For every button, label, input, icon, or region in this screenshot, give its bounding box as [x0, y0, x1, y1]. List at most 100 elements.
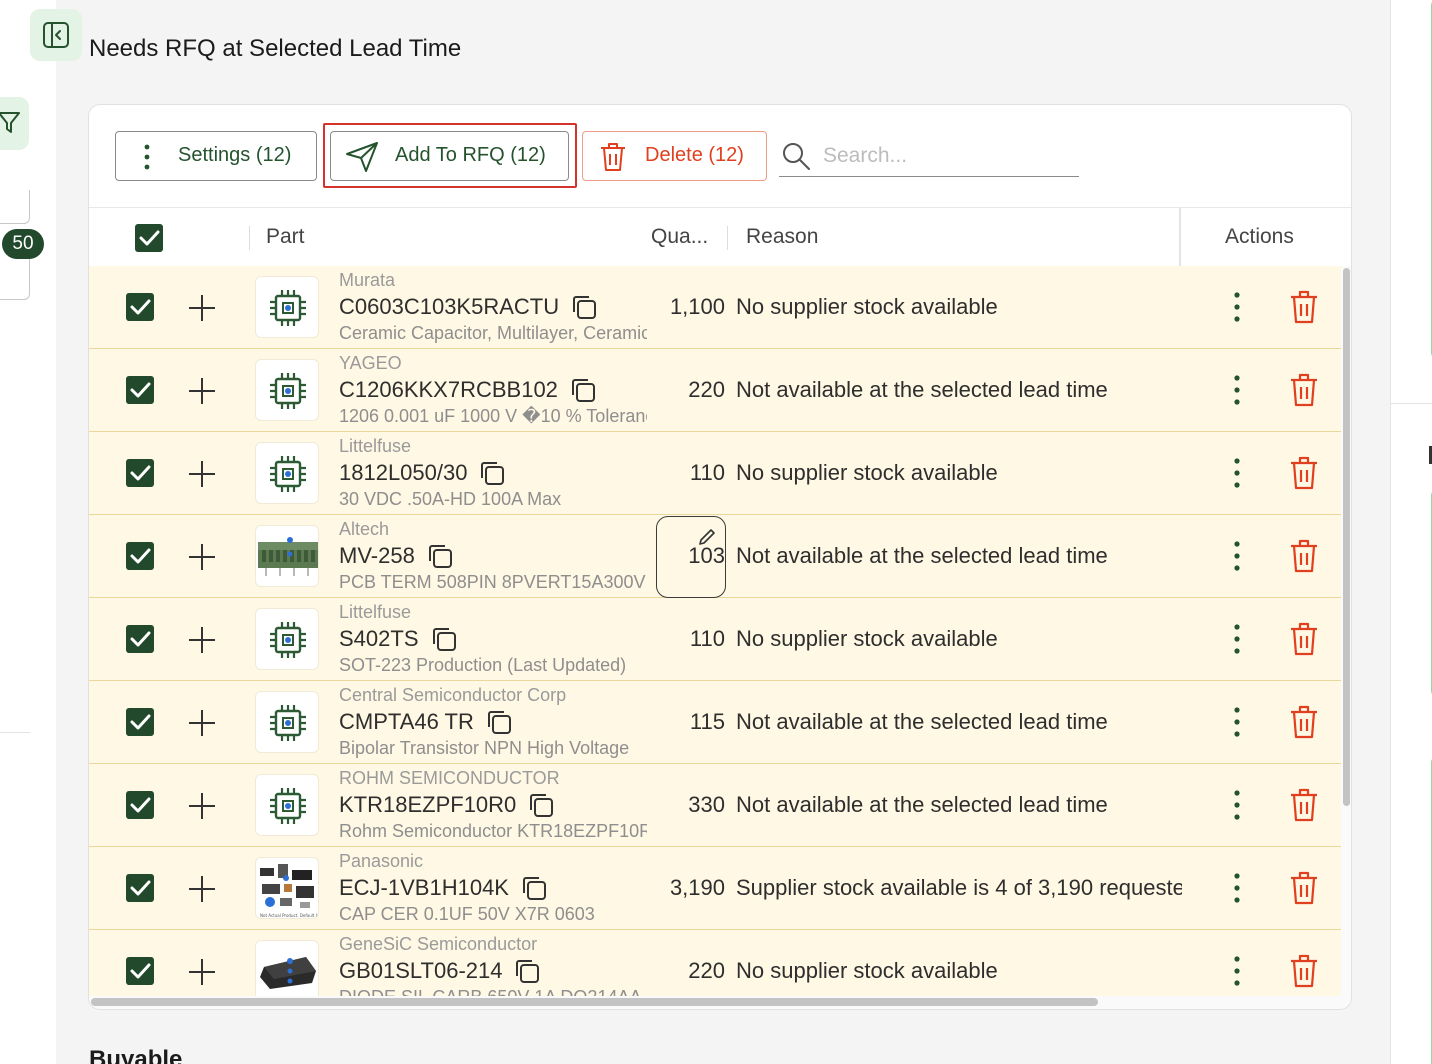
reason-text: No supplier stock available: [736, 294, 998, 319]
table-row[interactable]: Altech MV-258 PCB TERM 508PIN 8PVERT15A300…: [89, 515, 1341, 598]
row-delete-button[interactable]: [1289, 622, 1319, 656]
row-actions-menu-button[interactable]: [1225, 539, 1249, 573]
row-checkbox[interactable]: [126, 791, 154, 819]
settings-label: Settings (12): [178, 144, 292, 166]
row-actions-menu-button[interactable]: [1225, 954, 1249, 988]
manufacturer-name: Murata: [339, 270, 396, 290]
row-checkbox[interactable]: [126, 459, 154, 487]
copy-icon[interactable]: [479, 460, 505, 486]
trash-icon: [1291, 456, 1317, 490]
copy-icon[interactable]: [570, 377, 596, 403]
row-checkbox[interactable]: [126, 376, 154, 404]
sidebar-field[interactable]: [0, 256, 30, 300]
expand-row-button[interactable]: [188, 543, 216, 571]
vertical-scrollbar[interactable]: [1341, 266, 1351, 996]
table-row[interactable]: Littelfuse S402TS SOT-223 Production (Last…: [89, 598, 1341, 681]
table-row[interactable]: Littelfuse 1812L050/30 30 VDC .50A-HD 100A…: [89, 432, 1341, 515]
plus-icon: [189, 793, 215, 819]
manufacturer-name: YAGEO: [339, 353, 402, 373]
check-icon: [130, 382, 151, 398]
quantity-value: 3,190: [669, 875, 725, 900]
part-thumbnail: [255, 608, 319, 670]
plus-icon: [189, 627, 215, 653]
copy-icon[interactable]: [571, 294, 597, 320]
terminal-block-image: [258, 537, 318, 576]
row-actions-menu-button[interactable]: [1225, 788, 1249, 822]
row-actions-menu-button[interactable]: [1225, 373, 1249, 407]
check-icon: [130, 299, 151, 315]
row-delete-button[interactable]: [1289, 539, 1319, 573]
row-actions-menu-button[interactable]: [1225, 290, 1249, 324]
search-input[interactable]: [823, 141, 1073, 171]
column-header-quantity[interactable]: Qua...: [651, 225, 708, 249]
part-number: CMPTA46 TR: [339, 709, 512, 735]
expand-row-button[interactable]: [188, 294, 216, 322]
copy-icon[interactable]: [486, 709, 512, 735]
column-separator: [249, 226, 250, 250]
part-number-text: 1812L050/30: [339, 460, 468, 485]
expand-row-button[interactable]: [188, 460, 216, 488]
row-delete-button[interactable]: [1289, 456, 1319, 490]
reason-text: Not available at the selected lead time: [736, 377, 1108, 402]
copy-icon[interactable]: [528, 792, 554, 818]
row-delete-button[interactable]: [1289, 290, 1319, 324]
copy-icon[interactable]: [427, 543, 453, 569]
part-number-text: CMPTA46 TR: [339, 709, 474, 734]
column-header-reason[interactable]: Reason: [746, 225, 818, 249]
column-header-part[interactable]: Part: [266, 225, 305, 249]
part-number: C0603C103K5RACTU: [339, 294, 597, 320]
table-row[interactable]: YAGEO C1206KKX7RCBB102 1206 0.001 uF 1000 …: [89, 349, 1341, 432]
expand-row-button[interactable]: [188, 709, 216, 737]
expand-row-button[interactable]: [188, 626, 216, 654]
delete-button[interactable]: Delete (12): [582, 131, 767, 181]
part-number: ECJ-1VB1H104K: [339, 875, 547, 901]
row-delete-button[interactable]: [1289, 788, 1319, 822]
quantity-value: 110: [689, 626, 725, 651]
row-actions-menu-button[interactable]: [1225, 622, 1249, 656]
row-delete-button[interactable]: [1289, 705, 1319, 739]
table-row[interactable]: Central Semiconductor Corp CMPTA46 TR Bipo…: [89, 681, 1341, 764]
row-delete-button[interactable]: [1289, 373, 1319, 407]
table-row[interactable]: ROHM SEMICONDUCTOR KTR18EZPF10R0 Rohm Semi…: [89, 764, 1341, 847]
row-checkbox[interactable]: [126, 957, 154, 985]
part-thumbnail: [255, 359, 319, 421]
more-vertical-icon: [1234, 790, 1240, 820]
row-actions-menu-button[interactable]: [1225, 456, 1249, 490]
filter-button[interactable]: [0, 97, 29, 150]
copy-icon[interactable]: [431, 626, 457, 652]
table-row[interactable]: Murata C0603C103K5RACTU Ceramic Capacitor,…: [89, 266, 1341, 349]
row-checkbox[interactable]: [126, 625, 154, 653]
row-delete-button[interactable]: [1289, 871, 1319, 905]
part-number: C1206KKX7RCBB102: [339, 377, 596, 403]
more-vertical-icon: [1234, 956, 1240, 986]
row-actions-menu-button[interactable]: [1225, 871, 1249, 905]
table-row[interactable]: GeneSiC Semiconductor GB01SLT06-214 DIODE …: [89, 930, 1341, 996]
check-icon: [130, 631, 151, 647]
add-to-rfq-button[interactable]: Add To RFQ (12): [330, 131, 569, 181]
table-row[interactable]: Not Actual Product. Default Image Panason…: [89, 847, 1341, 930]
row-checkbox[interactable]: [126, 293, 154, 321]
settings-button[interactable]: Settings (12): [115, 131, 317, 181]
expand-row-button[interactable]: [188, 377, 216, 405]
copy-icon[interactable]: [521, 875, 547, 901]
part-description: Bipolar Transistor NPN High Voltage: [339, 738, 630, 758]
section-title-buyable: Buyable: [89, 1046, 183, 1064]
expand-row-button[interactable]: [188, 875, 216, 903]
row-actions-menu-button[interactable]: [1225, 705, 1249, 739]
copy-icon[interactable]: [514, 958, 540, 984]
horizontal-scrollbar[interactable]: [89, 996, 1351, 1009]
sidebar-toggle-button[interactable]: [30, 9, 82, 61]
trash-icon: [1291, 373, 1317, 407]
row-checkbox[interactable]: [126, 874, 154, 902]
expand-row-button[interactable]: [188, 958, 216, 986]
chip-icon: [270, 456, 306, 492]
reason-text: Not available at the selected lead time: [736, 709, 1108, 734]
quantity-value[interactable]: 103: [649, 543, 725, 569]
row-delete-button[interactable]: [1289, 954, 1319, 988]
check-icon: [130, 714, 151, 730]
sidebar-field[interactable]: [0, 190, 30, 224]
row-checkbox[interactable]: [126, 542, 154, 570]
select-all-checkbox[interactable]: [135, 224, 163, 252]
expand-row-button[interactable]: [188, 792, 216, 820]
row-checkbox[interactable]: [126, 708, 154, 736]
